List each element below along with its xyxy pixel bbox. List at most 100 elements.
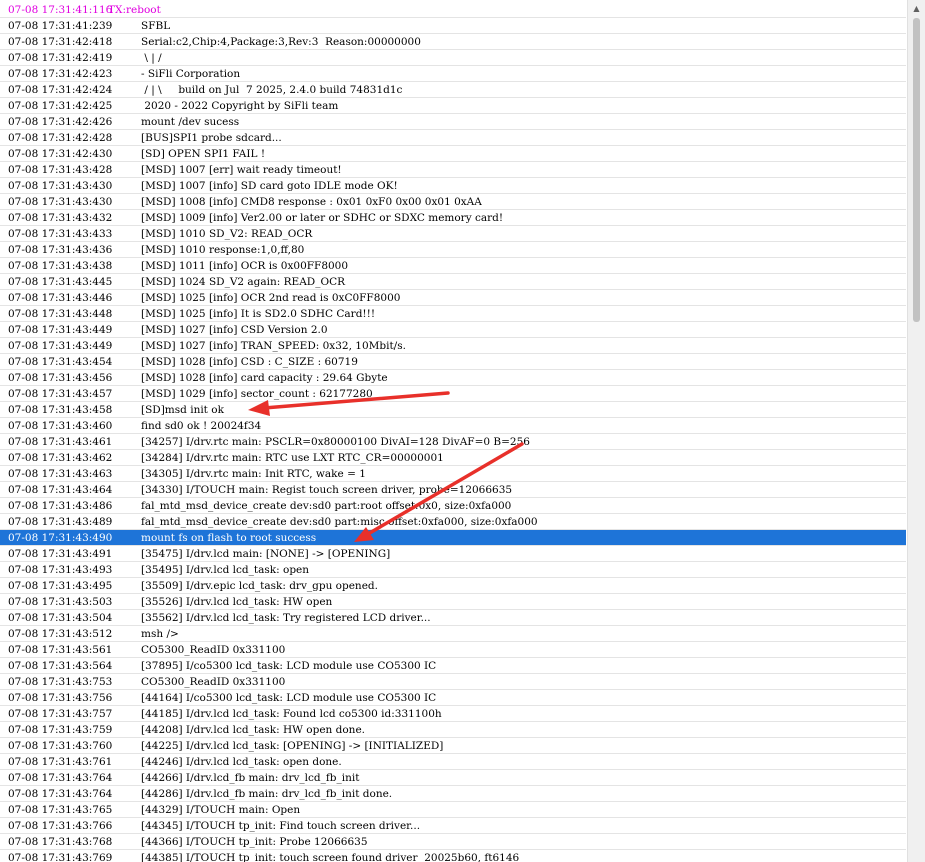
- log-message: \ | /: [141, 52, 162, 64]
- log-timestamp: 07-08 17:31:42:426: [8, 116, 113, 128]
- log-row[interactable]: 07-08 17:31:43:486 fal_mtd_msd_device_cre…: [0, 498, 906, 514]
- log-row[interactable]: 07-08 17:31:42:423 - SiFli Corporation: [0, 66, 906, 82]
- log-row[interactable]: 07-08 17:31:43:503 [35526] I/drv.lcd lcd_…: [0, 594, 906, 610]
- log-row[interactable]: 07-08 17:31:43:462 [34284] I/drv.rtc main…: [0, 450, 906, 466]
- log-row[interactable]: 07-08 17:31:43:756 [44164] I/co5300 lcd_t…: [0, 690, 906, 706]
- log-message: [44266] I/drv.lcd_fb main: drv_lcd_fb_in…: [141, 772, 360, 784]
- log-message: [44164] I/co5300 lcd_task: LCD module us…: [141, 692, 437, 704]
- log-row[interactable]: 07-08 17:31:43:493 [35495] I/drv.lcd lcd_…: [0, 562, 906, 578]
- log-timestamp: 07-08 17:31:43:463: [8, 468, 113, 480]
- scroll-thumb[interactable]: [913, 18, 920, 322]
- log-timestamp: 07-08 17:31:43:461: [8, 436, 113, 448]
- log-row[interactable]: 07-08 17:31:43:489 fal_mtd_msd_device_cre…: [0, 514, 906, 530]
- log-message: [MSD] 1029 [info] sector_count : 6217728…: [141, 388, 373, 400]
- log-message: find sd0 ok ! 20024f34: [141, 420, 262, 432]
- log-row[interactable]: 07-08 17:31:43:432 [MSD] 1009 [info] Ver2…: [0, 210, 906, 226]
- log-row[interactable]: 07-08 17:31:43:757 [44185] I/drv.lcd lcd_…: [0, 706, 906, 722]
- log-timestamp: 07-08 17:31:43:761: [8, 756, 113, 768]
- vertical-scrollbar[interactable]: ▲: [907, 0, 925, 862]
- log-message: [SD] OPEN SPI1 FAIL !: [141, 148, 266, 160]
- log-row[interactable]: 07-08 17:31:43:438 [MSD] 1011 [info] OCR …: [0, 258, 906, 274]
- log-message: [44385] I/TOUCH tp_init: touch screen fo…: [141, 852, 520, 862]
- log-row[interactable]: 07-08 17:31:43:449 [MSD] 1027 [info] TRAN…: [0, 338, 906, 354]
- log-row[interactable]: 07-08 17:31:43:436 [MSD] 1010 response:1,…: [0, 242, 906, 258]
- log-timestamp: 07-08 17:31:43:438: [8, 260, 113, 272]
- log-row[interactable]: 07-08 17:31:43:463 [34305] I/drv.rtc main…: [0, 466, 906, 482]
- log-message: [44366] I/TOUCH tp_init: Probe 12066635: [141, 836, 368, 848]
- log-row[interactable]: 07-08 17:31:41:116 TX:reboot: [0, 2, 906, 18]
- log-timestamp: 07-08 17:31:43:458: [8, 404, 113, 416]
- log-timestamp: 07-08 17:31:43:489: [8, 516, 113, 528]
- log-row[interactable]: 07-08 17:31:43:446 [MSD] 1025 [info] OCR …: [0, 290, 906, 306]
- log-row[interactable]: 07-08 17:31:43:461 [34257] I/drv.rtc main…: [0, 434, 906, 450]
- log-timestamp: 07-08 17:31:43:445: [8, 276, 113, 288]
- log-timestamp: 07-08 17:31:43:486: [8, 500, 113, 512]
- log-row[interactable]: 07-08 17:31:43:491 [35475] I/drv.lcd main…: [0, 546, 906, 562]
- log-row[interactable]: 07-08 17:31:43:449 [MSD] 1027 [info] CSD …: [0, 322, 906, 338]
- log-row[interactable]: 07-08 17:31:43:761 [44246] I/drv.lcd lcd_…: [0, 754, 906, 770]
- log-row[interactable]: 07-08 17:31:43:428 [MSD] 1007 [err] wait …: [0, 162, 906, 178]
- log-row[interactable]: 07-08 17:31:42:428 [BUS]SPI1 probe sdcard…: [0, 130, 906, 146]
- log-timestamp: 07-08 17:31:43:759: [8, 724, 113, 736]
- log-row[interactable]: 07-08 17:31:43:766 [44345] I/TOUCH tp_ini…: [0, 818, 906, 834]
- log-row[interactable]: 07-08 17:31:43:445 [MSD] 1024 SD_V2 again…: [0, 274, 906, 290]
- log-row[interactable]: 07-08 17:31:43:454 [MSD] 1028 [info] CSD …: [0, 354, 906, 370]
- log-row[interactable]: 07-08 17:31:43:458 [SD]msd init ok: [0, 402, 906, 418]
- log-timestamp: 07-08 17:31:42:419: [8, 52, 113, 64]
- log-row[interactable]: 07-08 17:31:43:448 [MSD] 1025 [info] It i…: [0, 306, 906, 322]
- log-row[interactable]: 07-08 17:31:43:765 [44329] I/TOUCH main: …: [0, 802, 906, 818]
- log-row[interactable]: 07-08 17:31:42:426 mount /dev sucess: [0, 114, 906, 130]
- log-message: SFBL: [141, 20, 171, 32]
- log-row[interactable]: 07-08 17:31:42:424 / | \ build on Jul 7 …: [0, 82, 906, 98]
- log-timestamp: 07-08 17:31:43:503: [8, 596, 113, 608]
- log-row[interactable]: 07-08 17:31:42:419 \ | /: [0, 50, 906, 66]
- log-message: 2020 - 2022 Copyright by SiFli team: [141, 100, 339, 112]
- scroll-up-arrow-icon[interactable]: ▲: [908, 0, 925, 17]
- log-timestamp: 07-08 17:31:43:757: [8, 708, 113, 720]
- log-row[interactable]: 07-08 17:31:43:430 [MSD] 1007 [info] SD c…: [0, 178, 906, 194]
- log-row[interactable]: 07-08 17:31:43:561 CO5300_ReadID 0x331100: [0, 642, 906, 658]
- log-timestamp: 07-08 17:31:43:564: [8, 660, 113, 672]
- log-timestamp: 07-08 17:31:43:436: [8, 244, 113, 256]
- log-timestamp: 07-08 17:31:42:418: [8, 36, 113, 48]
- log-row[interactable]: 07-08 17:31:43:512 msh />: [0, 626, 906, 642]
- log-list[interactable]: 07-08 17:31:41:116 TX:reboot 07-08 17:31:4…: [0, 2, 906, 862]
- log-row[interactable]: 07-08 17:31:43:457 [MSD] 1029 [info] sect…: [0, 386, 906, 402]
- log-timestamp: 07-08 17:31:43:491: [8, 548, 113, 560]
- log-row[interactable]: 07-08 17:31:43:495 [35509] I/drv.epic lcd…: [0, 578, 906, 594]
- log-timestamp: 07-08 17:31:43:432: [8, 212, 113, 224]
- log-timestamp: 07-08 17:31:41:239: [8, 20, 113, 32]
- log-message: CO5300_ReadID 0x331100: [141, 676, 286, 688]
- log-row[interactable]: 07-08 17:31:41:239 SFBL: [0, 18, 906, 34]
- log-row[interactable]: 07-08 17:31:43:768 [44366] I/TOUCH tp_ini…: [0, 834, 906, 850]
- log-row[interactable]: 07-08 17:31:43:769 [44385] I/TOUCH tp_ini…: [0, 850, 906, 862]
- log-row[interactable]: 07-08 17:31:43:464 [34330] I/TOUCH main: …: [0, 482, 906, 498]
- log-row[interactable]: 07-08 17:31:43:504 [35562] I/drv.lcd lcd_…: [0, 610, 906, 626]
- log-message: [35562] I/drv.lcd lcd_task: Try register…: [141, 612, 431, 624]
- log-message: / | \ build on Jul 7 2025, 2.4.0 build 7…: [141, 84, 403, 96]
- log-row[interactable]: 07-08 17:31:42:425 2020 - 2022 Copyright…: [0, 98, 906, 114]
- log-row[interactable]: 07-08 17:31:42:430 [SD] OPEN SPI1 FAIL !: [0, 146, 906, 162]
- log-row[interactable]: 07-08 17:31:43:759 [44208] I/drv.lcd lcd_…: [0, 722, 906, 738]
- log-message: [BUS]SPI1 probe sdcard...: [141, 132, 282, 144]
- log-row[interactable]: 07-08 17:31:43:753 CO5300_ReadID 0x331100: [0, 674, 906, 690]
- log-timestamp: 07-08 17:31:43:433: [8, 228, 113, 240]
- log-message: [MSD] 1028 [info] card capacity : 29.64 …: [141, 372, 388, 384]
- log-row[interactable]: 07-08 17:31:43:430 [MSD] 1008 [info] CMD8…: [0, 194, 906, 210]
- log-row[interactable]: 07-08 17:31:43:764 [44286] I/drv.lcd_fb m…: [0, 786, 906, 802]
- serial-log-window: 07-08 17:31:41:116 TX:reboot 07-08 17:31:4…: [0, 0, 925, 862]
- log-row[interactable]: 07-08 17:31:43:760 [44225] I/drv.lcd lcd_…: [0, 738, 906, 754]
- log-message: Serial:c2,Chip:4,Package:3,Rev:3 Reason:…: [141, 36, 421, 48]
- log-message: [MSD] 1011 [info] OCR is 0x00FF8000: [141, 260, 349, 272]
- log-row[interactable]: 07-08 17:31:43:764 [44266] I/drv.lcd_fb m…: [0, 770, 906, 786]
- log-message: [MSD] 1007 [err] wait ready timeout!: [141, 164, 342, 176]
- log-row-selected[interactable]: 07-08 17:31:43:490 mount fs on flash to r…: [0, 530, 906, 546]
- log-row[interactable]: 07-08 17:31:43:433 [MSD] 1010 SD_V2: READ…: [0, 226, 906, 242]
- log-row[interactable]: 07-08 17:31:43:456 [MSD] 1028 [info] card…: [0, 370, 906, 386]
- log-message: - SiFli Corporation: [141, 68, 241, 80]
- log-row[interactable]: 07-08 17:31:43:460 find sd0 ok ! 20024f34: [0, 418, 906, 434]
- log-row[interactable]: 07-08 17:31:42:418 Serial:c2,Chip:4,Packa…: [0, 34, 906, 50]
- log-message: [MSD] 1027 [info] CSD Version 2.0: [141, 324, 328, 336]
- log-row[interactable]: 07-08 17:31:43:564 [37895] I/co5300 lcd_t…: [0, 658, 906, 674]
- log-message: [35526] I/drv.lcd lcd_task: HW open: [141, 596, 333, 608]
